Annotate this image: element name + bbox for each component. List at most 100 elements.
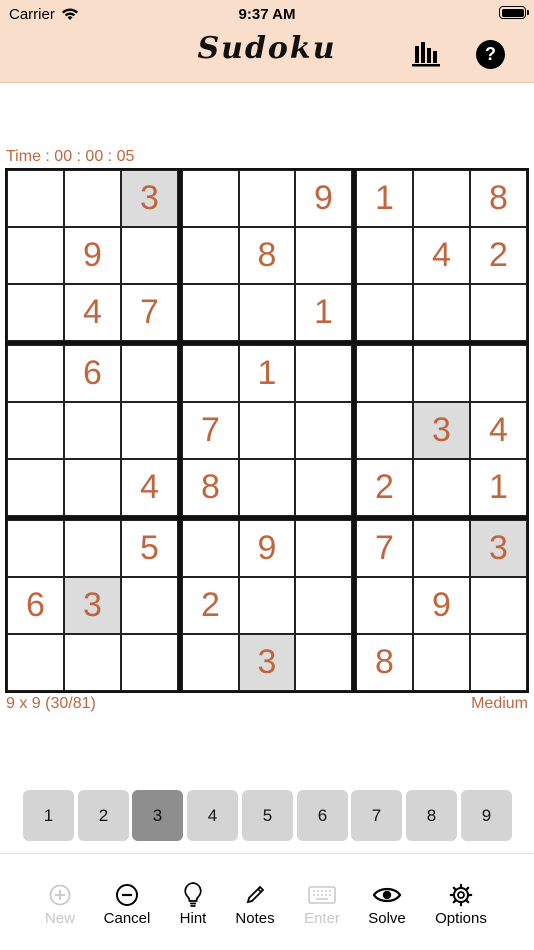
- help-button[interactable]: ?: [476, 40, 505, 69]
- sudoku-cell[interactable]: [64, 402, 121, 459]
- sudoku-cell[interactable]: [413, 345, 470, 402]
- sudoku-cell[interactable]: [182, 170, 239, 227]
- sudoku-cell[interactable]: 1: [470, 459, 527, 516]
- sudoku-cell[interactable]: [413, 284, 470, 341]
- sudoku-cell[interactable]: [356, 227, 413, 284]
- sudoku-cell[interactable]: 2: [182, 577, 239, 634]
- sudoku-cell[interactable]: [413, 459, 470, 516]
- sudoku-cell[interactable]: 4: [470, 402, 527, 459]
- sudoku-cell[interactable]: 3: [470, 520, 527, 577]
- number-key-5[interactable]: 5: [242, 790, 293, 841]
- notes-button[interactable]: Notes: [220, 880, 290, 927]
- sudoku-cell[interactable]: [356, 284, 413, 341]
- sudoku-cell[interactable]: [295, 402, 352, 459]
- sudoku-cell[interactable]: [239, 577, 295, 634]
- sudoku-cell[interactable]: [295, 577, 352, 634]
- sudoku-cell[interactable]: [239, 459, 295, 516]
- sudoku-cell[interactable]: [64, 170, 121, 227]
- sudoku-cell[interactable]: [7, 402, 64, 459]
- sudoku-cell[interactable]: [7, 284, 64, 341]
- sudoku-cell[interactable]: [182, 284, 239, 341]
- sudoku-cell[interactable]: 9: [239, 520, 295, 577]
- sudoku-cell[interactable]: 2: [356, 459, 413, 516]
- enter-button[interactable]: Enter: [287, 880, 357, 927]
- number-key-7[interactable]: 7: [351, 790, 402, 841]
- sudoku-cell[interactable]: [470, 577, 527, 634]
- sudoku-cell[interactable]: 1: [295, 284, 352, 341]
- sudoku-cell[interactable]: 9: [64, 227, 121, 284]
- bar-chart-icon[interactable]: [411, 40, 441, 68]
- sudoku-cell[interactable]: [7, 459, 64, 516]
- sudoku-cell[interactable]: [182, 634, 239, 691]
- sudoku-cell[interactable]: 3: [64, 577, 121, 634]
- number-key-3[interactable]: 3: [132, 790, 183, 841]
- sudoku-cell[interactable]: [121, 402, 178, 459]
- sudoku-cell[interactable]: [64, 459, 121, 516]
- sudoku-cell[interactable]: [7, 520, 64, 577]
- sudoku-cell[interactable]: [295, 634, 352, 691]
- sudoku-cell[interactable]: [356, 345, 413, 402]
- sudoku-cell[interactable]: 2: [470, 227, 527, 284]
- sudoku-cell[interactable]: [356, 402, 413, 459]
- sudoku-cell[interactable]: 7: [121, 284, 178, 341]
- number-key-6[interactable]: 6: [297, 790, 348, 841]
- sudoku-cell[interactable]: [7, 634, 64, 691]
- sudoku-cell[interactable]: [239, 170, 295, 227]
- sudoku-cell[interactable]: [7, 345, 64, 402]
- sudoku-cell[interactable]: [182, 520, 239, 577]
- sudoku-cell[interactable]: [7, 227, 64, 284]
- sudoku-cell[interactable]: 3: [413, 402, 470, 459]
- sudoku-cell[interactable]: 1: [239, 345, 295, 402]
- sudoku-cell[interactable]: [182, 345, 239, 402]
- number-key-2[interactable]: 2: [78, 790, 129, 841]
- sudoku-cell[interactable]: 6: [64, 345, 121, 402]
- hint-button[interactable]: Hint: [158, 880, 228, 927]
- sudoku-cell[interactable]: [295, 459, 352, 516]
- sudoku-cell[interactable]: 4: [121, 459, 178, 516]
- sudoku-cell[interactable]: [470, 284, 527, 341]
- cancel-button[interactable]: Cancel: [92, 880, 162, 927]
- sudoku-cell[interactable]: [121, 227, 178, 284]
- sudoku-cell[interactable]: [7, 170, 64, 227]
- sudoku-cell[interactable]: [356, 577, 413, 634]
- sudoku-cell[interactable]: [182, 227, 239, 284]
- sudoku-cell[interactable]: 8: [182, 459, 239, 516]
- sudoku-cell[interactable]: [295, 227, 352, 284]
- number-key-8[interactable]: 8: [406, 790, 457, 841]
- sudoku-cell[interactable]: [413, 634, 470, 691]
- sudoku-cell[interactable]: [121, 577, 178, 634]
- sudoku-cell[interactable]: 7: [356, 520, 413, 577]
- sudoku-cell[interactable]: 7: [182, 402, 239, 459]
- pencil-icon: [246, 885, 265, 904]
- sudoku-cell[interactable]: [239, 402, 295, 459]
- sudoku-cell[interactable]: [413, 520, 470, 577]
- sudoku-cell[interactable]: 8: [239, 227, 295, 284]
- sudoku-cell[interactable]: 3: [121, 170, 178, 227]
- sudoku-cell[interactable]: 4: [413, 227, 470, 284]
- sudoku-cell[interactable]: [470, 634, 527, 691]
- sudoku-cell[interactable]: [295, 520, 352, 577]
- number-key-1[interactable]: 1: [23, 790, 74, 841]
- sudoku-cell[interactable]: 6: [7, 577, 64, 634]
- sudoku-cell[interactable]: 8: [470, 170, 527, 227]
- number-key-4[interactable]: 4: [187, 790, 238, 841]
- new-button[interactable]: New: [25, 880, 95, 927]
- sudoku-cell[interactable]: [121, 345, 178, 402]
- sudoku-cell[interactable]: 5: [121, 520, 178, 577]
- sudoku-cell[interactable]: 9: [413, 577, 470, 634]
- sudoku-cell[interactable]: [295, 345, 352, 402]
- sudoku-cell[interactable]: [470, 345, 527, 402]
- sudoku-cell[interactable]: [413, 170, 470, 227]
- sudoku-cell[interactable]: [64, 634, 121, 691]
- sudoku-cell[interactable]: 3: [239, 634, 295, 691]
- solve-button[interactable]: Solve: [352, 880, 422, 927]
- sudoku-cell[interactable]: 1: [356, 170, 413, 227]
- sudoku-cell[interactable]: [121, 634, 178, 691]
- options-button[interactable]: Options: [426, 880, 496, 927]
- sudoku-cell[interactable]: 8: [356, 634, 413, 691]
- sudoku-cell[interactable]: 4: [64, 284, 121, 341]
- number-key-9[interactable]: 9: [461, 790, 512, 841]
- sudoku-cell[interactable]: 9: [295, 170, 352, 227]
- sudoku-cell[interactable]: [64, 520, 121, 577]
- sudoku-cell[interactable]: [239, 284, 295, 341]
